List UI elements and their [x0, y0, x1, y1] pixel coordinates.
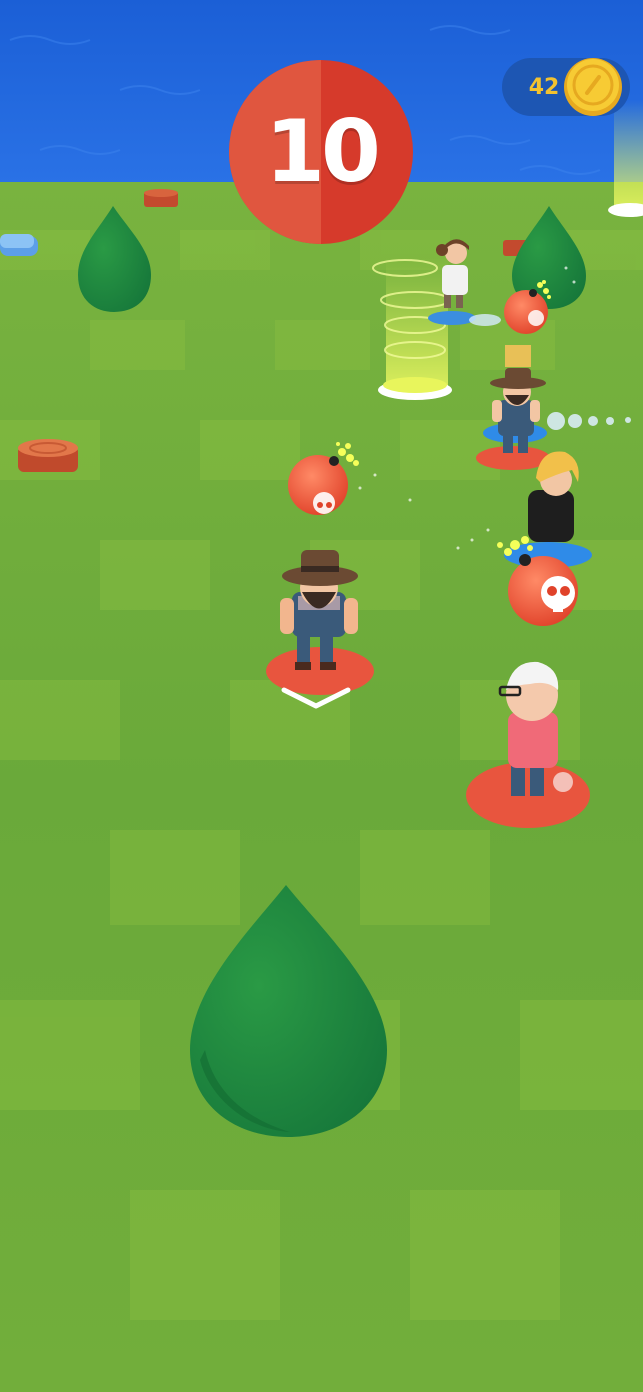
coin-icon: [563, 57, 623, 117]
blue-pad: [0, 234, 38, 256]
timer-value: 10: [265, 102, 381, 202]
countdown-timer: 10: [228, 60, 414, 244]
log-stump: [18, 439, 78, 472]
coin-count: 42: [528, 74, 560, 100]
log-stump: [144, 189, 178, 207]
